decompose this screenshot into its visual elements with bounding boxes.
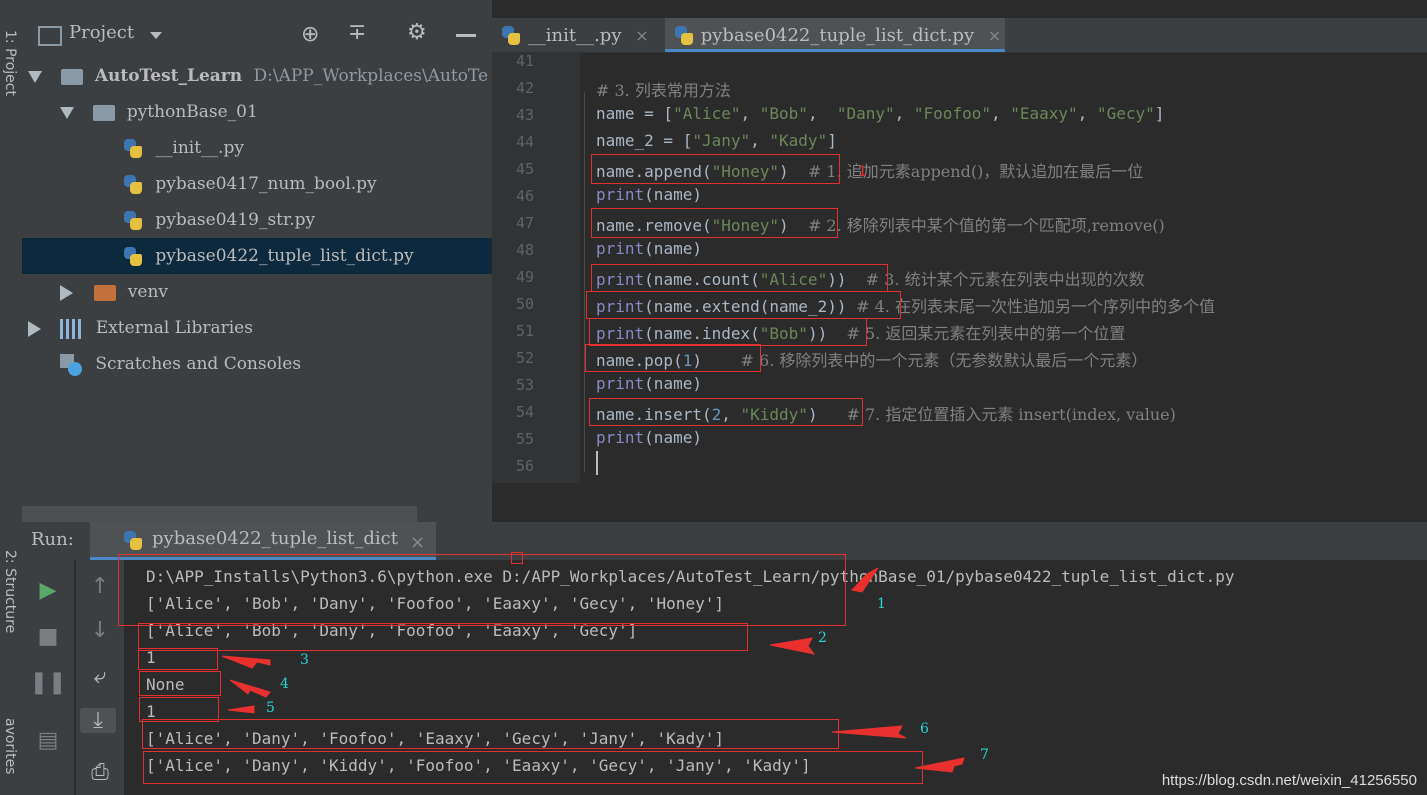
expand-arrow-icon[interactable]	[60, 106, 74, 119]
locate-icon[interactable]: ⊕	[301, 22, 319, 47]
package-folder-icon	[93, 104, 116, 121]
line-number: 43	[515, 106, 534, 124]
library-icon	[60, 318, 85, 339]
structure-tool-tab[interactable]: 2: Structure	[2, 550, 18, 633]
code-line-55[interactable]: print(name)	[596, 428, 702, 447]
red-arrow-icon	[221, 655, 271, 669]
line-number: 53	[515, 376, 534, 394]
highlight-box	[591, 208, 838, 238]
tree-item-autotest-learn[interactable]: AutoTest_Learn D:\APP_Workplaces\AutoTe	[22, 58, 492, 94]
line-number: 44	[515, 133, 534, 151]
tree-item-label: __init__.py	[155, 138, 244, 158]
gear-icon[interactable]: ⚙	[407, 20, 427, 45]
left-tool-strip: 1: Project 2: Structure avorites	[0, 0, 23, 795]
tree-item-label: AutoTest_Learn	[94, 66, 243, 86]
highlight-box	[591, 264, 888, 292]
tree-item-scratches[interactable]: Scratches and Consoles	[22, 346, 492, 382]
red-arrow-icon	[914, 757, 965, 773]
line-number: 55	[515, 430, 534, 448]
python-file-icon	[122, 174, 144, 196]
fold-guide	[584, 92, 585, 472]
tree-item-label: pythonBase_01	[126, 102, 258, 122]
favorites-tool-tab[interactable]: avorites	[2, 718, 18, 774]
tree-item-external-libraries[interactable]: External Libraries	[22, 310, 492, 346]
highlight-box	[589, 398, 863, 426]
line-number: 42	[515, 79, 534, 97]
tab-label: pybase0422_tuple_list_dict.py	[700, 25, 975, 46]
tree-item-label: External Libraries	[95, 318, 253, 338]
python-file-icon	[500, 25, 522, 47]
highlight-box	[585, 344, 761, 372]
tab-label: __init__.py	[527, 25, 622, 46]
code-line-44[interactable]: name_2 = ["Jany", "Kady"]	[596, 131, 837, 150]
code-line-42[interactable]: # 3. 列表常用方法	[596, 77, 731, 101]
tree-item-label: pybase0417_num_bool.py	[155, 174, 377, 194]
project-title[interactable]: Project	[69, 22, 134, 43]
red-arrow-icon	[229, 679, 271, 698]
tree-item-num-bool[interactable]: pybase0417_num_bool.py	[22, 166, 492, 202]
tree-item-str[interactable]: pybase0419_str.py	[22, 202, 492, 238]
project-view-icon	[38, 26, 62, 46]
collapsed-arrow-icon[interactable]	[60, 284, 73, 301]
editor-tabs: __init__.py × pybase0422_tuple_list_dict…	[492, 18, 1427, 53]
code-line-43[interactable]: name = ["Alice", "Bob", "Dany", "Foofoo"…	[596, 104, 1164, 123]
close-icon[interactable]: ×	[635, 26, 648, 45]
project-panel: Project ⊕ ∓ ⚙ AutoTest_Learn D:\APP_Work…	[22, 0, 492, 522]
highlight-box	[591, 154, 840, 184]
red-arrow-icon	[831, 725, 907, 739]
tab-tuple-list-dict[interactable]: pybase0422_tuple_list_dict.py ×	[665, 18, 1005, 52]
line-number: 56	[515, 457, 534, 475]
project-tool-tab[interactable]: 1: Project	[2, 30, 18, 96]
red-arrow-icon	[769, 637, 816, 655]
line-number: 51	[515, 322, 534, 340]
close-icon[interactable]: ×	[988, 26, 1001, 45]
code-line-53[interactable]: print(name)	[596, 374, 702, 393]
tree-item-venv[interactable]: venv	[22, 274, 492, 310]
tree-item-tuple-list-dict[interactable]: pybase0422_tuple_list_dict.py	[22, 238, 492, 274]
tree-item-init-py[interactable]: __init__.py	[22, 130, 492, 166]
line-number: 48	[515, 241, 534, 259]
line-number: 47	[515, 214, 534, 232]
highlight-box	[589, 318, 867, 346]
line-number: 41	[515, 52, 534, 70]
line-number: 54	[515, 403, 534, 421]
red-arrow-icon	[227, 705, 255, 714]
watermark-url: https://blog.csdn.net/weixin_41256550	[1161, 772, 1417, 789]
code-line-46[interactable]: print(name)	[596, 185, 702, 204]
highlight-box	[586, 291, 901, 319]
run-panel: Run: pybase0422_tuple_list_dict × ▶ ■ ❚❚…	[22, 522, 1427, 795]
tree-item-label: pybase0422_tuple_list_dict.py	[155, 246, 414, 266]
text-cursor	[596, 451, 598, 475]
line-number: 49	[515, 268, 534, 286]
code-editor: __init__.py × pybase0422_tuple_list_dict…	[492, 18, 1427, 483]
python-file-icon	[122, 138, 144, 160]
tab-init-py[interactable]: __init__.py ×	[500, 18, 660, 52]
python-file-icon	[673, 25, 695, 47]
folder-icon	[61, 68, 84, 85]
project-header: Project ⊕ ∓ ⚙	[22, 18, 492, 54]
code-line-48[interactable]: print(name)	[596, 239, 702, 258]
tree-item-path: D:\APP_Workplaces\AutoTe	[253, 66, 489, 86]
folder-icon	[94, 284, 117, 301]
line-number: 50	[515, 295, 534, 313]
line-number: 46	[515, 187, 534, 205]
python-file-icon	[122, 210, 144, 232]
tree-item-label: pybase0419_str.py	[155, 210, 316, 230]
line-number: 52	[515, 349, 534, 367]
tree-item-label: venv	[127, 282, 169, 302]
chevron-down-icon[interactable]	[150, 32, 162, 39]
line-number: 45	[515, 160, 534, 178]
tree-item-pythonbase[interactable]: pythonBase_01	[22, 94, 492, 130]
annotation-mark: 1	[858, 164, 867, 180]
minimize-icon[interactable]	[456, 34, 476, 37]
expand-arrow-icon[interactable]	[28, 70, 42, 83]
collapse-all-icon[interactable]: ∓	[348, 20, 366, 45]
red-arrow-icon	[851, 567, 879, 593]
python-file-icon	[122, 246, 144, 268]
tree-item-label: Scratches and Consoles	[95, 354, 302, 374]
scratches-icon	[60, 353, 82, 376]
collapsed-arrow-icon[interactable]	[28, 320, 41, 337]
annotation-arrows	[221, 567, 965, 773]
project-horizontal-scrollbar[interactable]	[22, 506, 417, 522]
